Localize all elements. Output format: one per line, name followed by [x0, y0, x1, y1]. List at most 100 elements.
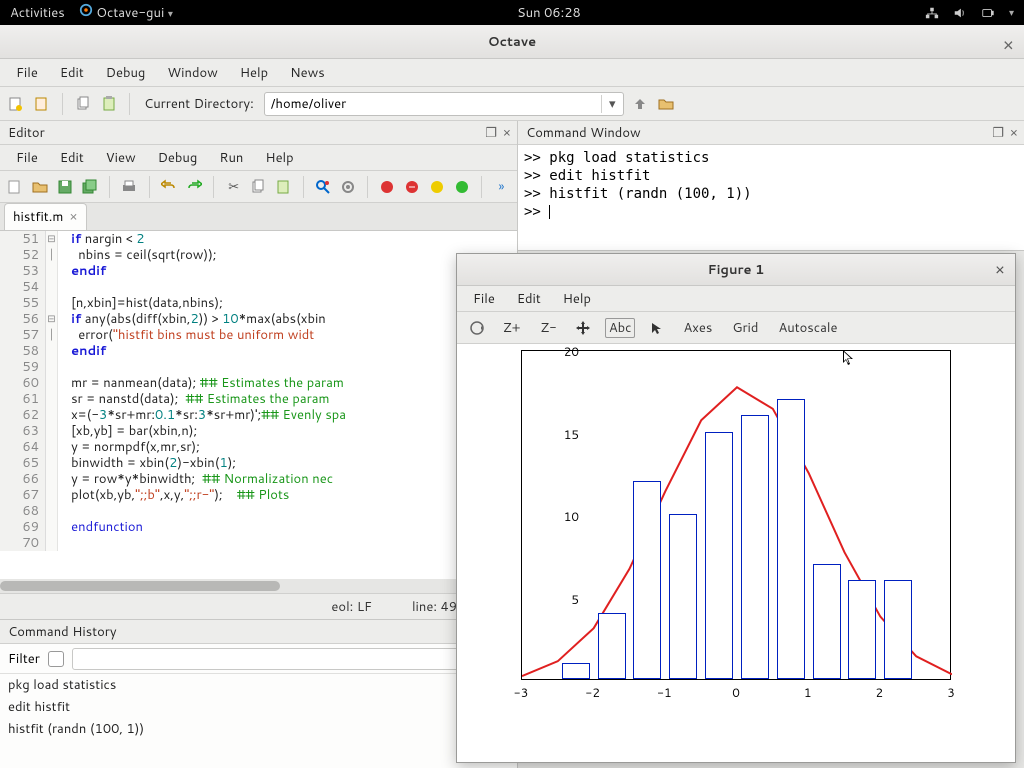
editor-copy-icon[interactable]	[249, 177, 268, 197]
figure-close-button[interactable]: ×	[995, 258, 1005, 281]
editor-hscrollbar[interactable]	[0, 579, 517, 593]
figure-titlebar[interactable]: Figure 1 ×	[457, 254, 1015, 286]
cursor-icon	[843, 350, 855, 368]
dir-up-icon[interactable]	[630, 94, 650, 114]
editor-panel: Editor ❐× File Edit View Debug Run Help …	[0, 121, 518, 619]
autoscale-button[interactable]: Autoscale	[774, 317, 841, 339]
axes-button[interactable]: Axes	[679, 317, 716, 339]
x-tick: 1	[793, 684, 823, 701]
editor-find-icon[interactable]	[314, 177, 333, 197]
current-directory-input[interactable]	[265, 95, 601, 113]
menu-news[interactable]: News	[280, 60, 335, 86]
new-script-icon[interactable]	[6, 94, 26, 114]
editor-menu-edit[interactable]: Edit	[50, 145, 94, 171]
history-item[interactable]: edit histfit	[0, 696, 517, 718]
histogram-bar	[669, 514, 697, 679]
cmdwin-close-icon[interactable]: ×	[1010, 124, 1018, 142]
editor-tab[interactable]: histfit.m ×	[4, 203, 87, 230]
editor-print-icon[interactable]	[120, 177, 139, 197]
breakpoint-yellow-icon[interactable]	[428, 177, 447, 197]
zoom-out-button[interactable]: Z-	[537, 317, 561, 339]
figure-title: Figure 1	[708, 261, 765, 279]
volume-icon[interactable]	[953, 6, 967, 20]
grid-button[interactable]: Grid	[728, 317, 762, 339]
figure-menu-help[interactable]: Help	[553, 286, 601, 312]
window-titlebar: Octave ×	[0, 25, 1024, 59]
editor-undo-icon[interactable]	[160, 177, 179, 197]
histogram-bar	[813, 564, 841, 680]
menu-edit[interactable]: Edit	[50, 60, 94, 86]
filter-checkbox[interactable]	[48, 651, 64, 667]
editor-gear-icon[interactable]	[338, 177, 357, 197]
breakpoint-red-icon[interactable]	[378, 177, 397, 197]
activities-button[interactable]: Activities	[10, 4, 65, 22]
menu-window[interactable]: Window	[157, 60, 227, 86]
dir-browse-icon[interactable]	[656, 94, 676, 114]
y-tick: 15	[539, 426, 579, 443]
breakpoint-green-icon[interactable]	[452, 177, 471, 197]
run-next-icon[interactable]: »	[492, 177, 511, 197]
history-item[interactable]: pkg load statistics	[0, 674, 517, 696]
histogram-bar	[848, 580, 876, 679]
figure-menu-edit[interactable]: Edit	[507, 286, 551, 312]
window-title: Octave	[488, 33, 536, 51]
editor-menu-run[interactable]: Run	[209, 145, 253, 171]
gnome-topbar: Activities Octave-gui ▾ Sun 06:28 ▾	[0, 0, 1024, 25]
cmdwin-detach-icon[interactable]: ❐	[992, 124, 1004, 142]
copy-icon[interactable]	[73, 94, 93, 114]
history-item[interactable]: histfit (randn (100, 1))	[0, 718, 517, 740]
app-menu[interactable]: Octave-gui ▾	[79, 3, 173, 22]
tab-close-icon[interactable]: ×	[69, 208, 77, 226]
editor-cut-icon[interactable]: ✂	[224, 177, 243, 197]
filter-label: Filter	[8, 650, 40, 668]
network-icon[interactable]	[925, 6, 939, 20]
editor-menu-file[interactable]: File	[6, 145, 48, 171]
paste-icon[interactable]	[99, 94, 119, 114]
new-func-icon[interactable]	[32, 94, 52, 114]
current-directory-field[interactable]: ▾	[264, 92, 624, 116]
editor-save-icon[interactable]	[56, 177, 75, 197]
battery-icon[interactable]	[981, 6, 995, 20]
x-tick: -2	[578, 684, 608, 701]
rotate-icon[interactable]	[467, 318, 487, 338]
pan-icon[interactable]	[573, 318, 593, 338]
code-editor[interactable]: 51⊟ if nargin < 252│ nbins = ceil(sqrt(r…	[0, 231, 517, 579]
main-menubar: File Edit Debug Window Help News	[0, 59, 1024, 87]
filter-input[interactable]	[72, 648, 472, 670]
editor-menu-help[interactable]: Help	[255, 145, 303, 171]
editor-saveall-icon[interactable]	[80, 177, 99, 197]
editor-menu-debug[interactable]: Debug	[148, 145, 208, 171]
text-tool-button[interactable]: Abc	[605, 318, 636, 338]
select-icon[interactable]	[647, 318, 667, 338]
plot-area[interactable]: 5101520-3-2-10123	[457, 344, 1015, 762]
histogram-bar	[777, 399, 805, 680]
editor-open-icon[interactable]	[31, 177, 50, 197]
editor-paste-icon[interactable]	[274, 177, 293, 197]
system-menu-caret[interactable]: ▾	[1009, 6, 1014, 20]
tab-label: histfit.m	[13, 208, 63, 226]
editor-menu-view[interactable]: View	[96, 145, 146, 171]
editor-close-icon[interactable]: ×	[503, 124, 511, 142]
history-list[interactable]: pkg load statisticsedit histfithistfit (…	[0, 674, 517, 768]
editor-detach-icon[interactable]: ❐	[485, 124, 497, 142]
window-close-button[interactable]: ×	[1003, 31, 1014, 57]
x-tick: -1	[649, 684, 679, 701]
histogram-bar	[562, 663, 590, 680]
breakpoint-step-icon[interactable]	[403, 177, 422, 197]
y-tick: 10	[539, 508, 579, 525]
editor-new-icon[interactable]	[6, 177, 25, 197]
menu-file[interactable]: File	[6, 60, 48, 86]
figure-menu-file[interactable]: File	[463, 286, 505, 312]
zoom-in-button[interactable]: Z+	[499, 317, 525, 339]
editor-panel-title: Editor ❐×	[0, 121, 517, 145]
clock[interactable]: Sun 06:28	[517, 4, 581, 22]
menu-help[interactable]: Help	[230, 60, 278, 86]
x-tick: 3	[936, 684, 966, 701]
dir-dropdown-icon[interactable]: ▾	[601, 95, 623, 113]
figure-window[interactable]: Figure 1 × File Edit Help Z+ Z- Abc Axes…	[456, 253, 1016, 763]
command-window-panel: Command Window ❐× >> pkg load statistics…	[518, 121, 1024, 251]
menu-debug[interactable]: Debug	[96, 60, 156, 86]
command-window-body[interactable]: >> pkg load statistics >> edit histfit >…	[518, 145, 1024, 250]
editor-redo-icon[interactable]	[185, 177, 204, 197]
histogram-bar	[705, 432, 733, 680]
